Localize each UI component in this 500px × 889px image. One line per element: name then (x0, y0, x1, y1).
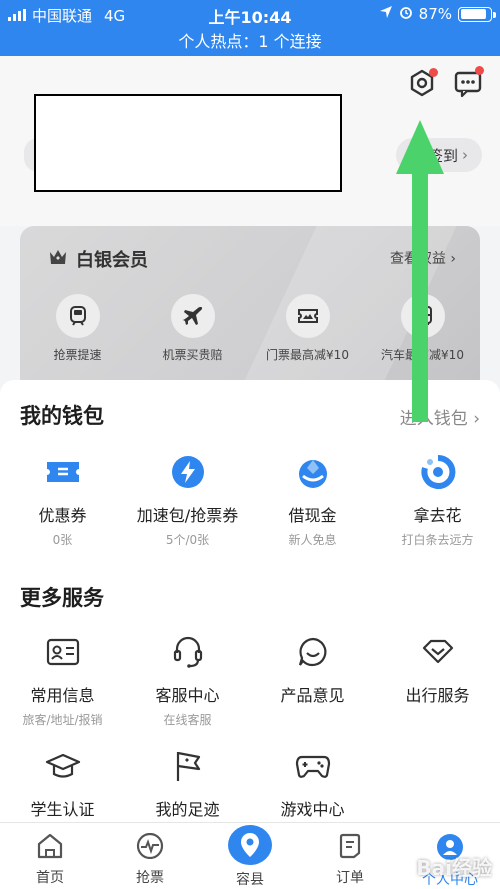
member-level-label: 白银会员 (76, 250, 148, 271)
hotspot-banner[interactable]: 个人热点：1 个连接 (0, 28, 500, 52)
service-label: 我的足迹 (155, 800, 220, 819)
flag-icon (168, 746, 208, 786)
wallet-item[interactable]: 借现金 新人免息 (250, 452, 375, 548)
message-dots-icon[interactable] (451, 66, 485, 100)
status-bar: 中国联通 4G 上午10:44 87% 个人热点：1 个连接 (0, 0, 500, 56)
service-label: 客服中心 (155, 686, 220, 705)
service-label: 游戏中心 (280, 800, 345, 819)
coupon-icon (43, 452, 83, 492)
wallet-item-sub: 0张 (52, 533, 73, 547)
watermark: Bai经验 (416, 856, 492, 880)
plane-icon (170, 294, 215, 338)
benefit-item[interactable]: 机票买贵赔 (135, 294, 250, 363)
alarm-icon (399, 5, 413, 23)
benefit-label: 抢票提速 (53, 348, 102, 362)
tab-label: 首页 (36, 870, 64, 886)
wallet-item-label: 借现金 (288, 506, 337, 525)
wallet-item[interactable]: 优惠券 0张 (0, 452, 125, 548)
enter-wallet-link[interactable]: 进入钱包 › (400, 404, 480, 429)
tab-tickets[interactable]: 抢票 (100, 823, 200, 889)
pulse-icon (136, 832, 164, 863)
battery-icon (458, 6, 496, 22)
pay-later-icon (418, 452, 458, 492)
service-sub: 旅客/地址/报销 (22, 713, 103, 727)
benefit-label: 门票最高减¥10 (266, 348, 349, 362)
more-services-title: 更多服务 (20, 586, 104, 610)
bus-icon (400, 294, 445, 338)
tab-label: 容县 (236, 872, 264, 888)
location-arrow-icon (379, 5, 393, 23)
service-item[interactable]: 游戏中心 (250, 746, 375, 820)
tab-location[interactable]: 容县 (200, 823, 300, 889)
redacted-user-info (34, 94, 342, 192)
service-item[interactable]: 我的足迹 (125, 746, 250, 820)
service-label: 常用信息 (30, 686, 95, 705)
tab-orders[interactable]: 订单 (300, 823, 400, 889)
graduation-cap-icon (43, 746, 83, 786)
checkin-button[interactable]: 签到 › (396, 138, 482, 172)
benefit-label: 汽车最高减¥10 (381, 348, 464, 362)
service-item[interactable]: 出行服务 (375, 632, 500, 728)
id-card-icon (43, 632, 83, 672)
member-benefits: 抢票提速 机票买贵赔 门票最高减¥10 汽车最高减¥10 (20, 294, 480, 363)
service-sub: 在线客服 (163, 713, 212, 727)
wallet-grid: 优惠券 0张 加速包/抢票券 5个/0张 借现金 新人免息 拿去花 打白条去远方 (0, 452, 500, 548)
tab-home[interactable]: 首页 (0, 823, 100, 889)
wallet-item[interactable]: 加速包/抢票券 5个/0张 (125, 452, 250, 548)
service-item[interactable]: 常用信息 旅客/地址/报销 (0, 632, 125, 728)
wallet-item-label: 拿去花 (413, 506, 462, 525)
wallet-item-sub: 5个/0张 (165, 533, 210, 547)
benefit-item[interactable]: 汽车最高减¥10 (365, 294, 480, 363)
wallet-item-label: 优惠券 (38, 506, 87, 525)
wallet-item-label: 加速包/抢票券 (136, 506, 239, 525)
settings-badge (429, 68, 438, 77)
member-card[interactable]: 白银会员 查看权益 › 抢票提速 机票买贵赔 门票最高减¥10 汽车最高减¥10 (20, 226, 480, 384)
status-right: 87% (379, 5, 496, 23)
wallet-item[interactable]: 拿去花 打白条去远方 (375, 452, 500, 548)
checkin-label: 签到 (427, 146, 458, 165)
train-icon (55, 294, 100, 338)
services-grid-row2: 学生认证 我的足迹 游戏中心 (0, 746, 500, 820)
benefit-label: 机票买贵赔 (162, 348, 223, 362)
benefit-item[interactable]: 门票最高减¥10 (250, 294, 365, 363)
message-badge (475, 66, 484, 75)
wallet-title: 我的钱包 (20, 404, 104, 428)
service-item[interactable]: 学生认证 (0, 746, 125, 820)
service-label: 出行服务 (405, 686, 470, 705)
travel-service-icon (418, 632, 458, 672)
view-benefits-link[interactable]: 查看权益 › (390, 248, 456, 268)
tab-label: 抢票 (136, 870, 164, 886)
crown-icon (48, 248, 68, 271)
gamepad-icon (293, 746, 333, 786)
battery-percent: 87% (418, 5, 452, 23)
cash-icon (293, 452, 333, 492)
home-icon (36, 833, 64, 863)
headset-icon (168, 632, 208, 672)
location-pin-icon (228, 825, 272, 865)
service-label: 学生认证 (30, 800, 95, 819)
settings-hexagon-icon[interactable] (405, 66, 439, 100)
wallet-item-sub: 打白条去远方 (401, 533, 474, 547)
member-title: 白银会员 (48, 246, 148, 272)
service-label: 产品意见 (280, 686, 345, 705)
service-item[interactable]: 客服中心 在线客服 (125, 632, 250, 728)
ticket-icon (285, 294, 330, 338)
main-content: 我的钱包 进入钱包 › 优惠券 0张 加速包/抢票券 5个/0张 借现金 新人免… (0, 380, 500, 822)
benefit-item[interactable]: 抢票提速 (20, 294, 135, 363)
lightning-icon (168, 452, 208, 492)
wallet-item-sub: 新人免息 (288, 533, 337, 547)
service-item[interactable]: 产品意见 (250, 632, 375, 728)
feedback-icon (293, 632, 333, 672)
order-icon (337, 833, 363, 863)
tab-label: 订单 (336, 870, 364, 886)
services-grid-row1: 常用信息 旅客/地址/报销 客服中心 在线客服 产品意见 出行服务 (0, 632, 500, 728)
chevron-right-icon: › (462, 146, 468, 164)
